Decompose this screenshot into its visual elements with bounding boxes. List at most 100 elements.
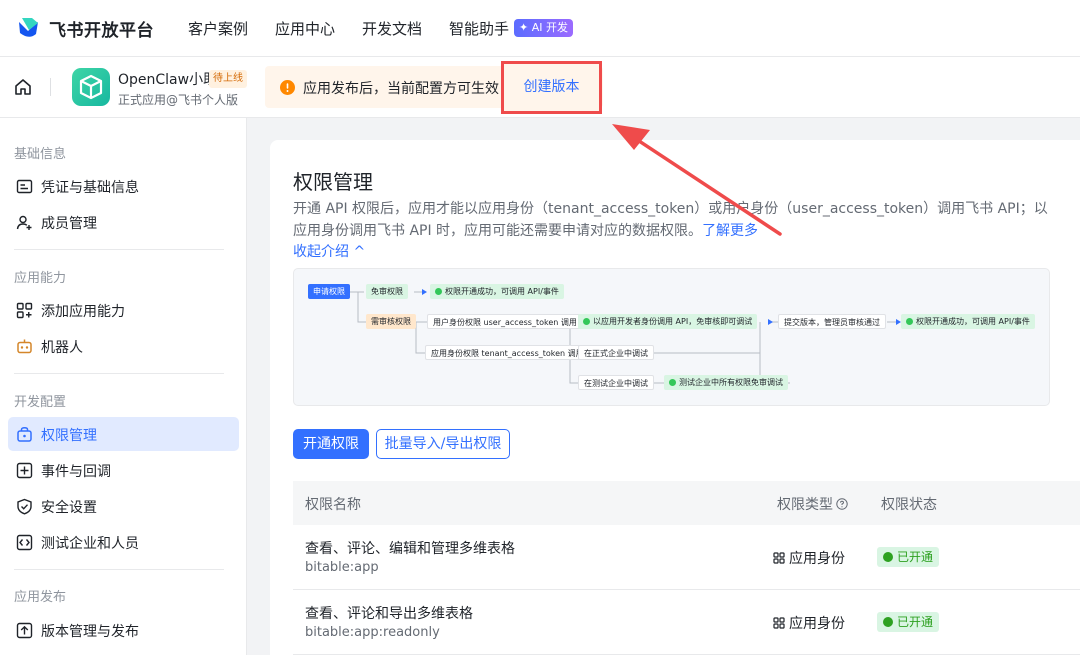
brand-name: 飞书开放平台 bbox=[49, 20, 154, 41]
sidebar-divider bbox=[14, 373, 224, 374]
flow-test-debug: 在测试企业中调试 bbox=[578, 375, 654, 390]
table-header: 权限名称 权限类型 权限状态 bbox=[293, 481, 1080, 525]
help-icon[interactable] bbox=[836, 498, 848, 510]
nav-link-docs[interactable]: 开发文档 bbox=[362, 18, 422, 39]
app-avatar bbox=[72, 68, 110, 106]
sidebar-item-version[interactable]: 版本管理与发布 bbox=[8, 613, 239, 647]
flow-dev-debug: 以应用开发者身份调用 API，免审核即可调试 bbox=[578, 314, 758, 329]
flow-dev-debug-text: 以应用开发者身份调用 API，免审核即可调试 bbox=[593, 317, 753, 326]
flow-review-permission: 需审核权限 bbox=[366, 314, 416, 329]
sidebar-group-basic: 基础信息 bbox=[14, 147, 67, 162]
flow-test-free: 测试企业中所有权限免审调试 bbox=[664, 375, 788, 390]
status-badge-label: 已开通 bbox=[897, 550, 934, 564]
sidebar-item-label: 测试企业和人员 bbox=[41, 536, 139, 552]
flow-apply: 申请权限 bbox=[308, 284, 350, 299]
status-badge: 已开通 bbox=[877, 547, 940, 567]
sidebar-item-label: 添加应用能力 bbox=[41, 304, 125, 320]
flow-user-identity: 用户身份权限 user_access_token 调用 bbox=[427, 314, 583, 329]
sidebar-item-label: 事件与回调 bbox=[41, 464, 111, 480]
flow-free-permission: 免审权限 bbox=[366, 284, 408, 299]
app-grid-icon bbox=[773, 552, 785, 564]
status-badge: 待上线 bbox=[209, 70, 247, 88]
permissions-card: 权限管理 开通 API 权限后，应用才能以应用身份（tenant_access_… bbox=[270, 140, 1080, 655]
create-version-button[interactable]: 创建版本 bbox=[501, 61, 602, 114]
permission-key: bitable:app bbox=[305, 560, 379, 575]
app-grid-icon bbox=[773, 617, 785, 629]
permission-type-label: 应用身份 bbox=[789, 551, 845, 567]
event-icon bbox=[16, 462, 33, 479]
nav-link-cases[interactable]: 客户案例 bbox=[188, 18, 248, 39]
sidebar-item-security[interactable]: 安全设置 bbox=[8, 489, 239, 523]
sidebar-group-abilities: 应用能力 bbox=[14, 271, 67, 286]
flow-app-identity: 应用身份权限 tenant_access_token 调用 bbox=[425, 345, 590, 360]
sidebar-divider bbox=[14, 569, 224, 570]
sidebar-item-permissions[interactable]: 权限管理 bbox=[8, 417, 239, 451]
check-icon bbox=[435, 288, 442, 295]
sidebar-item-credentials[interactable]: 凭证与基础信息 bbox=[8, 169, 239, 203]
flow-free-result: 权限开通成功，可调用 API/事件 bbox=[430, 284, 564, 299]
flow-formal-debug: 在正式企业中调试 bbox=[578, 345, 654, 360]
sidebar: 基础信息 凭证与基础信息 成员管理 应用能力 添加应用能力 机器人 开发配置 权… bbox=[0, 118, 247, 655]
sidebar-group-dev-config: 开发配置 bbox=[14, 395, 67, 410]
check-icon bbox=[669, 379, 676, 386]
flow-final-result-text: 权限开通成功，可调用 API/事件 bbox=[916, 317, 1030, 326]
column-header-name: 权限名称 bbox=[305, 497, 361, 513]
shield-icon bbox=[17, 498, 32, 515]
description-text: 开通 API 权限后，应用才能以应用身份（tenant_access_token… bbox=[293, 201, 1048, 239]
brand[interactable]: 飞书开放平台 bbox=[16, 15, 154, 41]
cube-icon bbox=[79, 74, 103, 100]
feishu-logo-icon bbox=[19, 18, 38, 37]
home-icon[interactable] bbox=[13, 77, 33, 97]
column-header-type-label: 权限类型 bbox=[777, 497, 833, 513]
status-badge-label: 已开通 bbox=[897, 615, 934, 629]
app-grid-icon bbox=[16, 302, 33, 319]
permission-flow-diagram: 申请权限 免审权限 权限开通成功，可调用 API/事件 需审核权限 用户身份权限… bbox=[293, 268, 1050, 406]
sidebar-item-label: 凭证与基础信息 bbox=[41, 180, 139, 196]
table-row[interactable]: 查看、评论和导出多维表格 bitable:app:readonly 应用身份 已… bbox=[293, 590, 1080, 655]
sidebar-item-robot[interactable]: 机器人 bbox=[8, 329, 239, 363]
app-name: OpenClaw小助 bbox=[118, 72, 218, 88]
status-badge: 已开通 bbox=[877, 612, 940, 632]
collapse-intro-toggle[interactable]: 收起介绍 ^ bbox=[293, 241, 365, 261]
permission-type: 应用身份 bbox=[773, 613, 845, 633]
check-circle-icon bbox=[883, 552, 893, 562]
credential-icon bbox=[16, 179, 33, 194]
sidebar-item-add-ability[interactable]: 添加应用能力 bbox=[8, 293, 239, 327]
permission-name: 查看、评论、编辑和管理多维表格 bbox=[305, 541, 515, 557]
table-row[interactable]: 查看、评论、编辑和管理多维表格 bitable:app 应用身份 已开通 bbox=[293, 525, 1080, 590]
flow-final-result: 权限开通成功，可调用 API/事件 bbox=[901, 314, 1035, 329]
learn-more-link[interactable]: 了解更多 bbox=[702, 223, 758, 239]
sidebar-item-test-org[interactable]: 测试企业和人员 bbox=[8, 525, 239, 559]
sidebar-item-label: 机器人 bbox=[41, 340, 83, 356]
enable-permission-button[interactable]: 开通权限 bbox=[293, 429, 369, 459]
publish-icon bbox=[16, 622, 33, 639]
permission-type-label: 应用身份 bbox=[789, 616, 845, 632]
robot-icon bbox=[17, 339, 32, 354]
sidebar-item-members[interactable]: 成员管理 bbox=[8, 205, 239, 239]
nav-link-app-center[interactable]: 应用中心 bbox=[275, 18, 335, 39]
permission-key: bitable:app:readonly bbox=[305, 625, 440, 640]
check-icon bbox=[906, 318, 913, 325]
nav-link-assistant[interactable]: 智能助手 bbox=[449, 18, 509, 39]
flow-submit-version: 提交版本，管理员审核通过 bbox=[778, 314, 886, 329]
top-navigation: 飞书开放平台 客户案例 应用中心 开发文档 智能助手 ✦ AI 开发 bbox=[0, 0, 1080, 57]
divider bbox=[50, 78, 51, 96]
page-title: 权限管理 bbox=[293, 170, 373, 194]
sidebar-divider bbox=[14, 249, 224, 250]
lock-icon bbox=[17, 427, 32, 442]
batch-import-export-button[interactable]: 批量导入/导出权限 bbox=[376, 429, 510, 459]
notice-text: 应用发布后，当前配置方可生效 bbox=[303, 81, 499, 97]
sidebar-item-label: 权限管理 bbox=[41, 428, 97, 444]
check-icon bbox=[583, 318, 590, 325]
sidebar-group-publish: 应用发布 bbox=[14, 590, 67, 605]
sidebar-item-events[interactable]: 事件与回调 bbox=[8, 453, 239, 487]
permission-name: 查看、评论和导出多维表格 bbox=[305, 606, 473, 622]
flow-test-free-text: 测试企业中所有权限免审调试 bbox=[679, 378, 783, 387]
ai-dev-badge[interactable]: ✦ AI 开发 bbox=[514, 19, 573, 37]
sidebar-item-label: 版本管理与发布 bbox=[41, 624, 139, 640]
sidebar-item-label: 成员管理 bbox=[41, 216, 97, 232]
flow-free-result-text: 权限开通成功，可调用 API/事件 bbox=[445, 287, 559, 296]
member-add-icon bbox=[16, 215, 32, 230]
column-header-type: 权限类型 bbox=[777, 494, 848, 514]
page-description: 开通 API 权限后，应用才能以应用身份（tenant_access_token… bbox=[293, 198, 1049, 242]
